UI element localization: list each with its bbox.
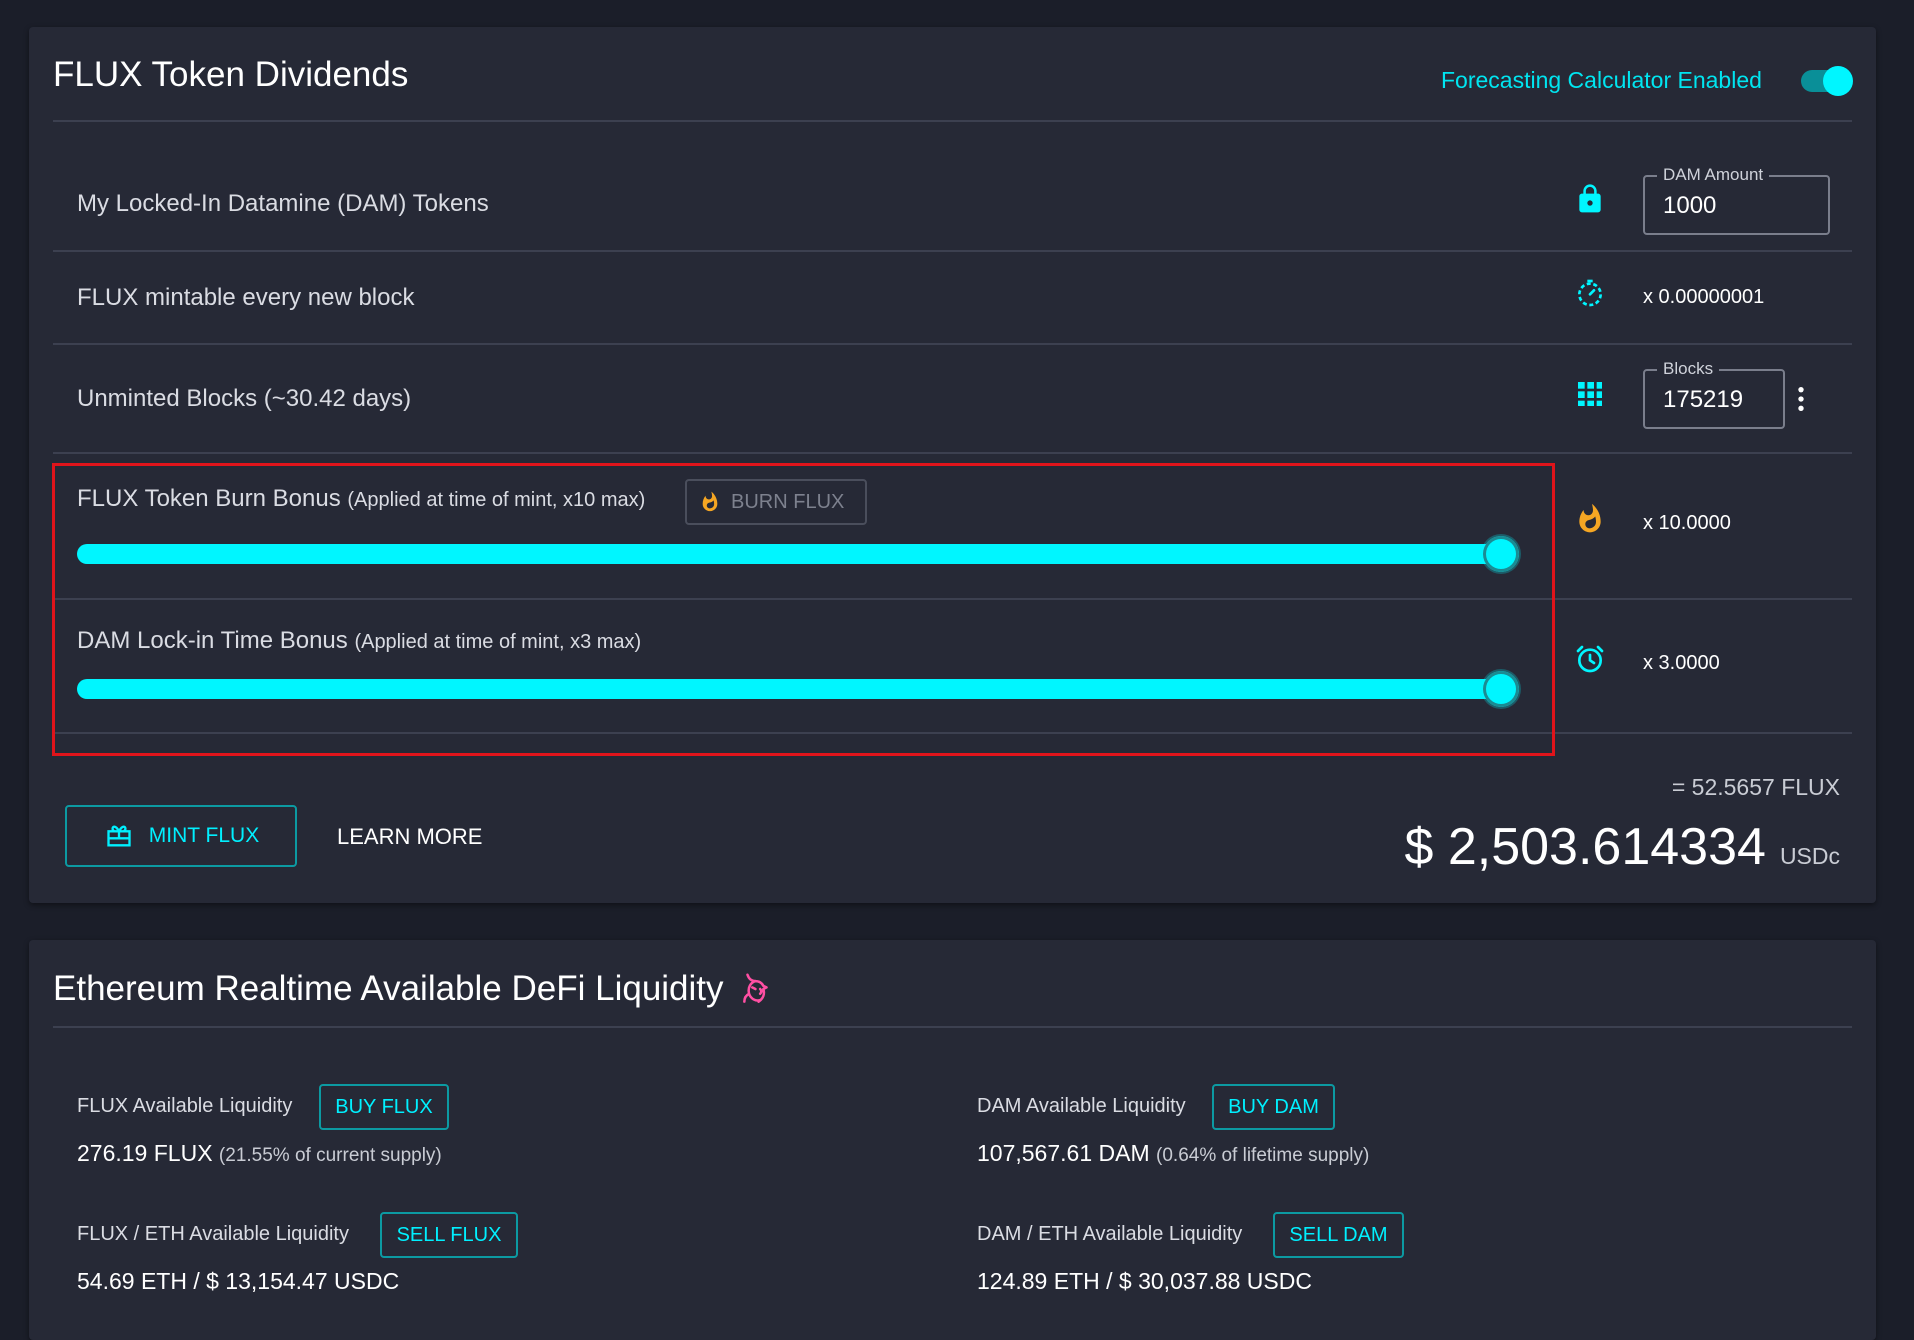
blocks-field[interactable]: Blocks 175219 (1643, 359, 1785, 429)
usd-total-group: $ 2,503.614334 USDc (1404, 817, 1840, 877)
defi-liquidity-card: Ethereum Realtime Available DeFi Liquidi… (29, 940, 1876, 1340)
grid-icon (1578, 382, 1602, 406)
buy-flux-button[interactable]: BUY FLUX (319, 1084, 449, 1130)
flux-liquidity-value: 276.19 FLUX (21.55% of current supply) (77, 1140, 442, 1167)
dam-amount-value: 1000 (1663, 192, 1717, 219)
row-divider (53, 250, 1852, 252)
fire-icon (1579, 503, 1601, 533)
dam-liquidity-amount: 107,567.61 DAM (977, 1140, 1150, 1166)
gift-card-icon (107, 825, 131, 847)
flux-liquidity-label: FLUX Available Liquidity (77, 1095, 293, 1117)
lock-icon (1579, 184, 1601, 213)
row-divider (53, 343, 1852, 345)
dividends-title: FLUX Token Dividends (53, 55, 409, 94)
unminted-blocks-label: Unminted Blocks (~30.42 days) (77, 385, 412, 412)
flux-dividends-card: FLUX Token Dividends Forecasting Calcula… (29, 27, 1876, 903)
mint-flux-label: MINT FLUX (148, 824, 260, 847)
sell-flux-button[interactable]: SELL FLUX (380, 1212, 518, 1258)
dam-eth-value: 124.89 ETH / $ 30,037.88 USDC (977, 1268, 1312, 1294)
alarm-icon (1576, 645, 1604, 673)
blocks-legend: Blocks (1657, 359, 1720, 379)
buy-dam-button[interactable]: BUY DAM (1212, 1084, 1335, 1130)
sell-dam-button[interactable]: SELL DAM (1273, 1212, 1404, 1258)
liquidity-title-group: Ethereum Realtime Available DeFi Liquidi… (53, 968, 776, 1010)
dam-amount-field[interactable]: DAM Amount 1000 (1643, 165, 1830, 235)
highlight-box (52, 463, 1555, 756)
dam-liquidity-value: 107,567.61 DAM (0.64% of lifetime supply… (977, 1140, 1369, 1167)
flux-eth-value: 54.69 ETH / $ 13,154.47 USDC (77, 1268, 400, 1294)
liquidity-title: Ethereum Realtime Available DeFi Liquidi… (53, 969, 724, 1008)
blocks-value: 175219 (1663, 386, 1744, 413)
flux-total: = 52.5657 FLUX (1671, 774, 1840, 800)
dam-amount-legend: DAM Amount (1657, 165, 1770, 185)
usd-unit: USDc (1779, 843, 1840, 869)
more-options-icon[interactable] (1795, 385, 1807, 413)
title-divider (53, 1026, 1852, 1028)
usd-total: $ 2,503.614334 (1404, 818, 1766, 876)
dam-eth-label: DAM / ETH Available Liquidity (977, 1223, 1243, 1245)
forecast-label: Forecasting Calculator Enabled (1441, 67, 1762, 93)
learn-more-button[interactable]: LEARN MORE (337, 824, 482, 850)
lock-bonus-value: x 3.0000 (1643, 652, 1720, 674)
dam-liquidity-label: DAM Available Liquidity (977, 1095, 1186, 1117)
flux-liquidity-sub: (21.55% of current supply) (218, 1145, 442, 1166)
uniswap-unicorn-icon (742, 973, 768, 1003)
title-divider (53, 120, 1852, 122)
locked-dam-label: My Locked-In Datamine (DAM) Tokens (77, 190, 489, 217)
toggle-knob[interactable] (1823, 66, 1853, 96)
row-divider (53, 452, 1852, 454)
burn-bonus-value: x 10.0000 (1643, 512, 1731, 534)
mintable-value: x 0.00000001 (1643, 286, 1765, 308)
flux-eth-label: FLUX / ETH Available Liquidity (77, 1223, 349, 1245)
dam-liquidity-sub: (0.64% of lifetime supply) (1156, 1145, 1370, 1166)
timer-icon (1578, 279, 1602, 307)
flux-mintable-label: FLUX mintable every new block (77, 284, 415, 311)
flux-liquidity-amount: 276.19 FLUX (77, 1140, 213, 1166)
mint-flux-button[interactable]: MINT FLUX (65, 805, 297, 867)
